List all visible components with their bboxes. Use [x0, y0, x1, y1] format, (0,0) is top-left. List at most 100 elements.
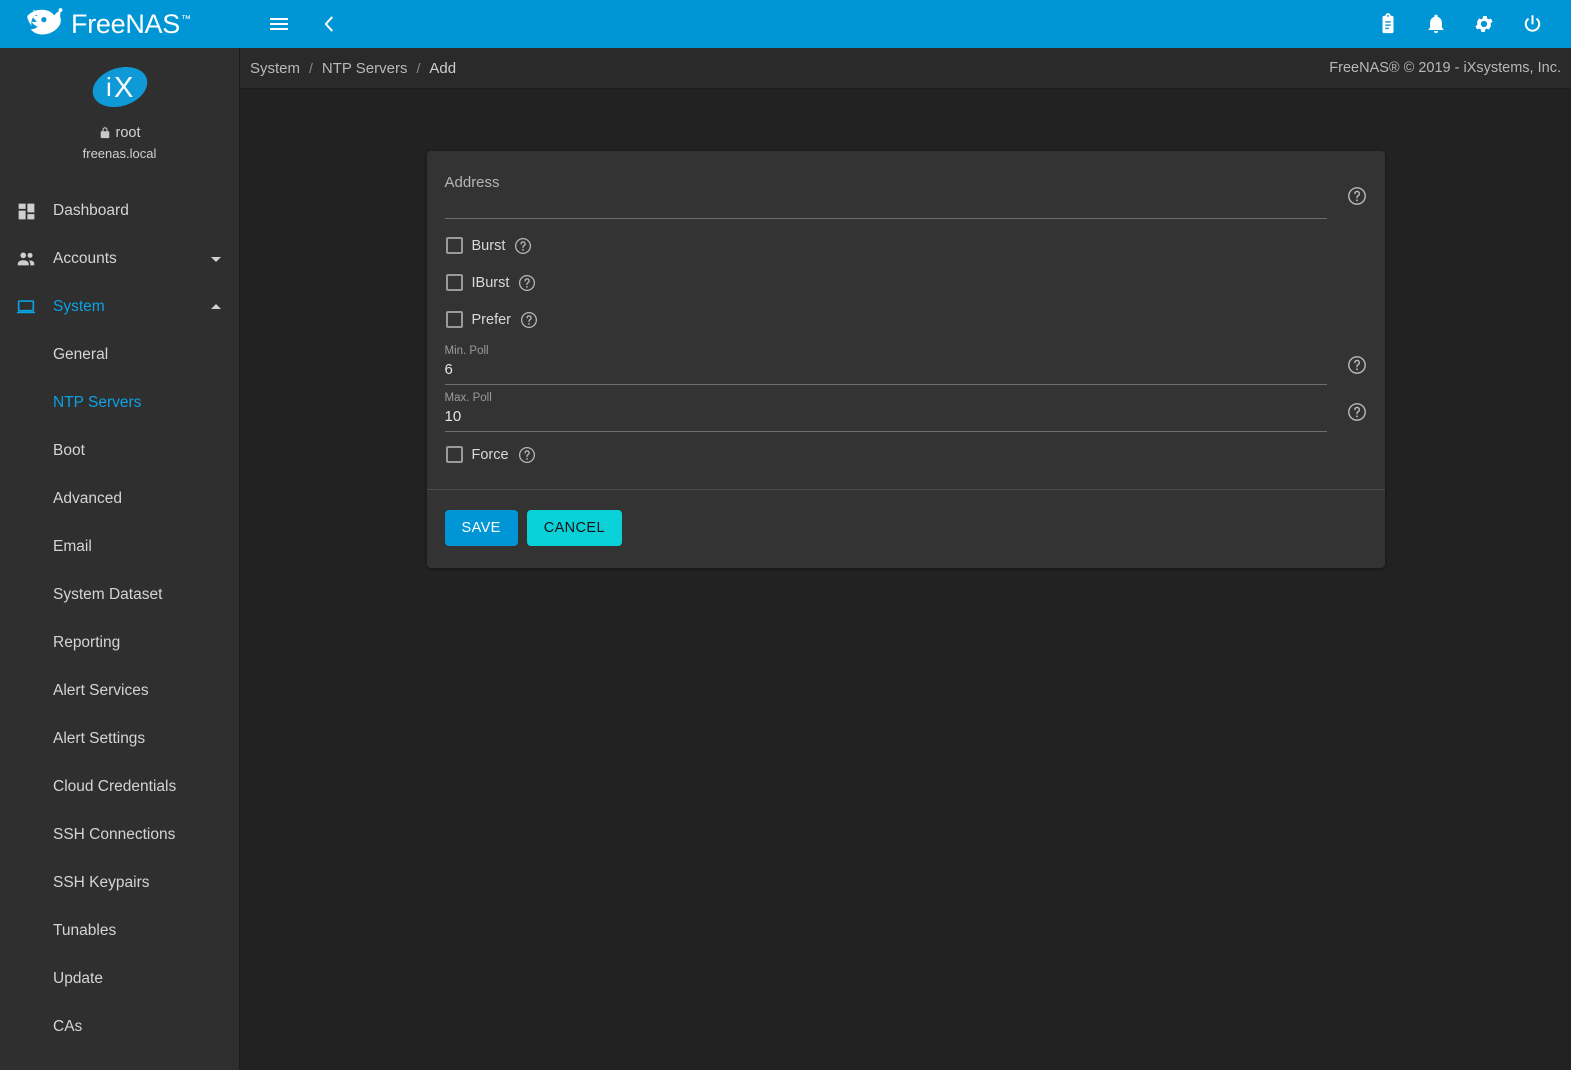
top-app-bar: FreeNAS™: [0, 0, 1571, 48]
sidebar-item-cloud-credentials[interactable]: Cloud Credentials: [0, 763, 239, 811]
ntp-server-add-form-card: Address: [427, 151, 1385, 568]
sidebar-item-label: Accounts: [53, 250, 209, 268]
svg-text:X: X: [114, 72, 133, 104]
sidebar-item-system[interactable]: System: [0, 283, 239, 331]
sidebar-user-row: root: [99, 125, 141, 141]
prefer-checkbox[interactable]: [446, 311, 463, 328]
sidebar-item-tunables[interactable]: Tunables: [0, 907, 239, 955]
help-circle-icon[interactable]: [514, 237, 532, 255]
notifications-bell-icon[interactable]: [1419, 7, 1453, 41]
cancel-button[interactable]: CANCEL: [527, 510, 622, 546]
copyright-text: FreeNAS® © 2019 - iXsystems, Inc.: [1329, 60, 1561, 76]
max-poll-label: Max. Poll: [445, 391, 1327, 405]
form-card-wrapper: Address: [240, 89, 1571, 568]
breadcrumb-bar: System / NTP Servers / Add FreeNAS® © 20…: [240, 48, 1571, 89]
min-poll-input[interactable]: [445, 359, 1327, 385]
sidebar-item-alert-settings[interactable]: Alert Settings: [0, 715, 239, 763]
max-poll-field-inner: Max. Poll: [445, 391, 1327, 432]
svg-text:i: i: [106, 72, 112, 102]
iburst-checkbox-row: IBurst: [445, 264, 1367, 301]
breadcrumb-item-add: Add: [429, 60, 456, 77]
chevron-up-icon[interactable]: [209, 300, 223, 314]
sidebar-nav-list: Dashboard Accounts: [0, 179, 239, 1051]
freenas-app-window: FreeNAS™: [0, 0, 1571, 1070]
sidebar-item-accounts[interactable]: Accounts: [0, 235, 239, 283]
chevron-left-icon[interactable]: [312, 7, 346, 41]
sidebar-item-dashboard[interactable]: Dashboard: [0, 187, 239, 235]
accounts-people-icon: [13, 246, 39, 272]
freenas-fish-logo-icon: [22, 7, 64, 41]
min-poll-field-group: Min. Poll: [445, 344, 1367, 385]
sidebar-item-email[interactable]: Email: [0, 523, 239, 571]
max-poll-input[interactable]: [445, 406, 1327, 432]
help-circle-icon[interactable]: [518, 446, 536, 464]
iburst-checkbox[interactable]: [446, 274, 463, 291]
help-circle-icon[interactable]: [1347, 186, 1367, 206]
sidebar-subitem-label: Tunables: [53, 922, 116, 940]
settings-gear-icon[interactable]: [1467, 7, 1501, 41]
sidebar-item-ntp-servers[interactable]: NTP Servers: [0, 379, 239, 427]
sidebar-subitem-label: Advanced: [53, 490, 122, 508]
ixsystems-logo-icon: i X: [89, 62, 151, 112]
main-content: System / NTP Servers / Add FreeNAS® © 20…: [240, 48, 1571, 1070]
sidebar-user-block: i X root freenas.local: [0, 48, 239, 179]
sidebar-subitem-label: SSH Keypairs: [53, 874, 149, 892]
address-field-inner: Address: [445, 173, 1327, 219]
save-button[interactable]: SAVE: [445, 510, 518, 546]
chevron-down-icon[interactable]: [209, 252, 223, 266]
min-poll-label: Min. Poll: [445, 344, 1327, 358]
sidebar-item-advanced[interactable]: Advanced: [0, 475, 239, 523]
topbar-right-actions: [1371, 7, 1571, 41]
sidebar-subitem-label: Cloud Credentials: [53, 778, 176, 796]
prefer-checkbox-row: Prefer: [445, 301, 1367, 338]
breadcrumb-item-ntp-servers[interactable]: NTP Servers: [322, 60, 408, 77]
max-poll-field-group: Max. Poll: [445, 391, 1367, 432]
sidebar-item-cas[interactable]: CAs: [0, 1003, 239, 1051]
form-fields-area: Address: [427, 151, 1385, 489]
sidebar-item-ssh-keypairs[interactable]: SSH Keypairs: [0, 859, 239, 907]
help-circle-icon[interactable]: [518, 274, 536, 292]
sidebar-item-label: System: [53, 298, 209, 316]
tasks-clipboard-icon[interactable]: [1371, 7, 1405, 41]
sidebar-subitem-label: NTP Servers: [53, 394, 141, 412]
force-checkbox[interactable]: [446, 446, 463, 463]
force-checkbox-row: Force: [445, 436, 1367, 473]
address-field-group: Address: [445, 173, 1367, 219]
sidebar-subitem-label: Reporting: [53, 634, 120, 652]
sidebar-subitem-label: Alert Settings: [53, 730, 145, 748]
burst-checkbox[interactable]: [446, 237, 463, 254]
sidebar-item-general[interactable]: General: [0, 331, 239, 379]
brand-trademark: ™: [181, 14, 191, 25]
hamburger-menu-icon[interactable]: [262, 7, 296, 41]
sidebar-item-system-dataset[interactable]: System Dataset: [0, 571, 239, 619]
sidebar-item-alert-services[interactable]: Alert Services: [0, 667, 239, 715]
force-label[interactable]: Force: [472, 447, 509, 463]
iburst-label[interactable]: IBurst: [472, 275, 510, 291]
sidebar-subitem-label: SSH Connections: [53, 826, 175, 844]
help-circle-icon[interactable]: [1347, 402, 1367, 422]
sidebar-hostname: freenas.local: [83, 146, 157, 161]
help-circle-icon[interactable]: [520, 311, 538, 329]
help-circle-icon[interactable]: [1347, 355, 1367, 375]
sidebar-subitem-label: Email: [53, 538, 92, 556]
sidebar-item-ssh-connections[interactable]: SSH Connections: [0, 811, 239, 859]
topbar-left-actions: [240, 7, 346, 41]
breadcrumb: System / NTP Servers / Add: [250, 60, 456, 77]
breadcrumb-item-system[interactable]: System: [250, 60, 300, 77]
sidebar-subitem-label: CAs: [53, 1018, 82, 1036]
system-laptop-icon: [13, 294, 39, 320]
breadcrumb-separator: /: [309, 60, 313, 76]
breadcrumb-separator: /: [416, 60, 420, 76]
burst-checkbox-row: Burst: [445, 227, 1367, 264]
brand-name: FreeNAS™: [71, 9, 190, 40]
sidebar-subitem-label: System Dataset: [53, 586, 162, 604]
sidebar-item-boot[interactable]: Boot: [0, 427, 239, 475]
sidebar-item-reporting[interactable]: Reporting: [0, 619, 239, 667]
power-icon[interactable]: [1515, 7, 1549, 41]
sidebar-navigation: i X root freenas.local: [0, 48, 240, 1070]
address-input[interactable]: [445, 193, 1327, 219]
sidebar-item-update[interactable]: Update: [0, 955, 239, 1003]
sidebar-item-label: Dashboard: [53, 202, 223, 220]
burst-label[interactable]: Burst: [472, 238, 506, 254]
prefer-label[interactable]: Prefer: [472, 312, 512, 328]
